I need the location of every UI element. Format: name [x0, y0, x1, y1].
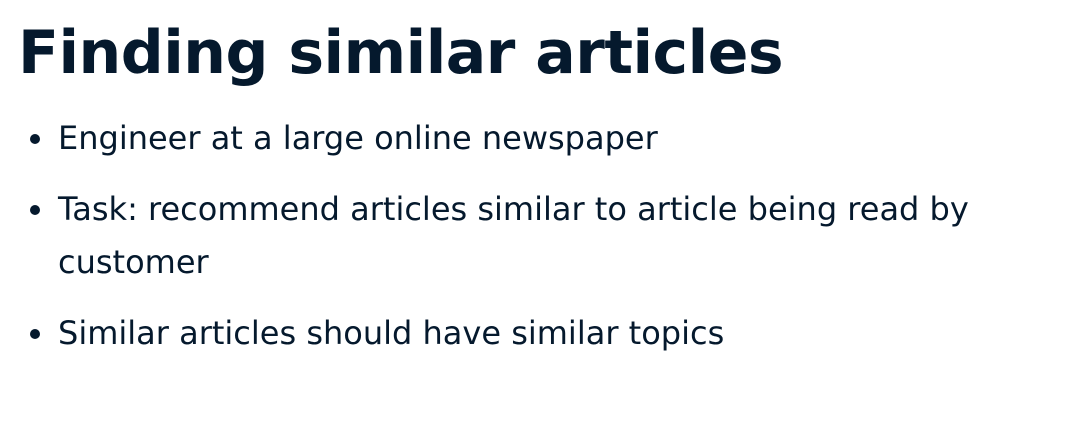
- bullet-text: Engineer at a large online newspaper: [58, 119, 658, 157]
- bullet-item: Task: recommend articles similar to arti…: [18, 183, 1038, 289]
- bullet-item: Similar articles should have similar top…: [18, 307, 1038, 360]
- bullet-list: Engineer at a large online newspaper Tas…: [18, 112, 1038, 360]
- bullet-icon: [30, 329, 40, 339]
- slide: Finding similar articles Engineer at a l…: [0, 0, 1074, 443]
- bullet-text: Similar articles should have similar top…: [58, 314, 725, 352]
- bullet-item: Engineer at a large online newspaper: [18, 112, 1038, 165]
- slide-title: Finding similar articles: [18, 18, 784, 88]
- bullet-icon: [30, 205, 40, 215]
- bullet-text: Task: recommend articles similar to arti…: [58, 190, 969, 281]
- bullet-icon: [30, 134, 40, 144]
